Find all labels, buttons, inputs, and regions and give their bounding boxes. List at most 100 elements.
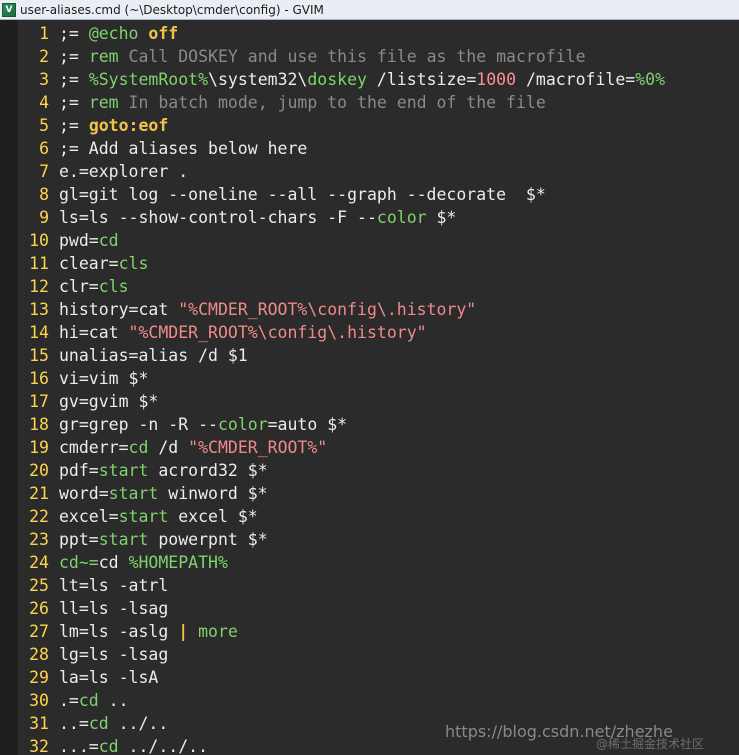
line-number: 32 xyxy=(29,737,49,755)
code-line[interactable]: 27 lm=ls -aslg | more xyxy=(0,620,739,643)
code-text[interactable]: unalias=alias /d $1 xyxy=(59,344,248,367)
code-text[interactable]: gr=grep -n -R --color=auto $* xyxy=(59,413,347,436)
code-line[interactable]: 25 lt=ls -atrl xyxy=(0,574,739,597)
editor-buffer[interactable]: 1 ;= @echo off 2 ;= rem Call DOSKEY and use… xyxy=(0,20,739,755)
code-text[interactable]: ;= %SystemRoot%\system32\doskey /listsiz… xyxy=(59,68,665,91)
code-text[interactable]: .=cd .. xyxy=(59,689,129,712)
code-line[interactable]: 18 gr=grep -n -R --color=auto $* xyxy=(0,413,739,436)
code-text[interactable]: ppt=start powerpnt $* xyxy=(59,528,268,551)
code-text[interactable]: cd~=cd %HOMEPATH% xyxy=(59,551,228,574)
code-text[interactable]: ;= goto:eof xyxy=(59,114,168,137)
code-line[interactable]: 14 hi=cat "%CMDER_ROOT%\config\.history" xyxy=(0,321,739,344)
code-line[interactable]: 13 history=cat "%CMDER_ROOT%\config\.hist… xyxy=(0,298,739,321)
code-line[interactable]: 21 word=start winword $* xyxy=(0,482,739,505)
code-token: ;= xyxy=(59,70,89,89)
line-number: 17 xyxy=(29,392,49,411)
code-token: =auto $* xyxy=(267,415,348,434)
code-token: winword $* xyxy=(158,484,268,503)
line-number: 6 xyxy=(39,139,49,158)
code-line[interactable]: 28 lg=ls -lsag xyxy=(0,643,739,666)
code-token: Call DOSKEY and use this file as the mac… xyxy=(118,47,586,66)
code-token: 1000 xyxy=(476,70,517,89)
code-line[interactable]: 29 la=ls -lsA xyxy=(0,666,739,689)
code-text[interactable]: word=start winword $* xyxy=(59,482,268,505)
code-line[interactable]: 4 ;= rem In batch mode, jump to the end o… xyxy=(0,91,739,114)
code-token: "%CMDER_ROOT%\config\.history" xyxy=(128,323,427,342)
code-text[interactable]: gl=git log --oneline --all --graph --dec… xyxy=(59,183,546,206)
code-text[interactable]: lg=ls -lsag xyxy=(59,643,168,666)
code-token: ...= xyxy=(59,737,99,755)
code-line[interactable]: 26 ll=ls -lsag xyxy=(0,597,739,620)
code-line[interactable]: 24 cd~=cd %HOMEPATH% xyxy=(0,551,739,574)
code-line[interactable]: 23 ppt=start powerpnt $* xyxy=(0,528,739,551)
code-token: ;= xyxy=(59,116,89,135)
code-text[interactable]: excel=start excel $* xyxy=(59,505,258,528)
code-token: lt=ls -atrl xyxy=(59,576,169,595)
code-text[interactable]: lt=ls -atrl xyxy=(59,574,168,597)
watermark-site: @稀土掘金技术社区 xyxy=(596,737,705,751)
code-line[interactable]: 30 .=cd .. xyxy=(0,689,739,712)
code-token: excel= xyxy=(59,507,119,526)
code-text[interactable]: cmderr=cd /d "%CMDER_ROOT%" xyxy=(59,436,327,459)
code-text[interactable]: hi=cat "%CMDER_ROOT%\config\.history" xyxy=(59,321,427,344)
code-line[interactable]: 22 excel=start excel $* xyxy=(0,505,739,528)
line-number: 7 xyxy=(39,162,49,181)
code-line[interactable]: 7 e.=explorer . xyxy=(0,160,739,183)
code-line[interactable]: 5 ;= goto:eof xyxy=(0,114,739,137)
line-number: 11 xyxy=(29,254,49,273)
code-token: cmderr= xyxy=(59,438,129,457)
code-text[interactable]: pwd=cd xyxy=(59,229,119,252)
code-text[interactable]: ;= @echo off xyxy=(59,22,178,45)
code-token: clear= xyxy=(59,254,119,273)
code-token: $* xyxy=(426,208,457,227)
code-line[interactable]: 12 clr=cls xyxy=(0,275,739,298)
window-titlebar[interactable]: V user-aliases.cmd (~\Desktop\cmder\conf… xyxy=(0,0,739,20)
code-line[interactable]: 9 ls=ls --show-control-chars -F --color $… xyxy=(0,206,739,229)
code-line[interactable]: 2 ;= rem Call DOSKEY and use this file as… xyxy=(0,45,739,68)
code-line[interactable]: 11 clear=cls xyxy=(0,252,739,275)
line-number: 18 xyxy=(29,415,49,434)
code-text[interactable]: gv=gvim $* xyxy=(59,390,158,413)
code-text[interactable]: ;= rem Call DOSKEY and use this file as … xyxy=(59,45,586,68)
code-text[interactable]: clear=cls xyxy=(59,252,148,275)
code-token: history=cat xyxy=(59,300,179,319)
code-text[interactable]: ..=cd ../.. xyxy=(59,712,168,735)
code-line[interactable]: 3 ;= %SystemRoot%\system32\doskey /listsi… xyxy=(0,68,739,91)
code-token: cls xyxy=(98,277,129,296)
line-number: 19 xyxy=(29,438,49,457)
code-text[interactable]: ;= Add aliases below here xyxy=(59,137,307,160)
code-text[interactable]: ll=ls -lsag xyxy=(59,597,168,620)
code-text[interactable]: vi=vim $* xyxy=(59,367,148,390)
code-line[interactable]: 10 pwd=cd xyxy=(0,229,739,252)
code-text[interactable]: pdf=start acrord32 $* xyxy=(59,459,268,482)
code-text[interactable]: ls=ls --show-control-chars -F --color $* xyxy=(59,206,456,229)
code-line[interactable]: 1 ;= @echo off xyxy=(0,22,739,45)
code-token: ;= xyxy=(59,93,89,112)
code-token: more xyxy=(198,622,238,641)
code-text[interactable]: clr=cls xyxy=(59,275,129,298)
code-token: rem xyxy=(88,47,119,66)
code-text[interactable]: ;= rem In batch mode, jump to the end of… xyxy=(59,91,546,114)
code-line[interactable]: 16 vi=vim $* xyxy=(0,367,739,390)
code-text[interactable]: e.=explorer . xyxy=(59,160,188,183)
code-line[interactable]: 15 unalias=alias /d $1 xyxy=(0,344,739,367)
line-number: 26 xyxy=(29,599,49,618)
code-line[interactable]: 17 gv=gvim $* xyxy=(0,390,739,413)
code-token: cd xyxy=(78,691,99,710)
code-line[interactable]: 8 gl=git log --oneline --all --graph --de… xyxy=(0,183,739,206)
code-text[interactable]: history=cat "%CMDER_ROOT%\config\.histor… xyxy=(59,298,476,321)
code-token: cd xyxy=(98,737,119,755)
code-line[interactable]: 19 cmderr=cd /d "%CMDER_ROOT%" xyxy=(0,436,739,459)
code-token: start xyxy=(98,530,149,549)
code-text[interactable]: lm=ls -aslg | more xyxy=(59,620,238,643)
code-token: color xyxy=(376,208,427,227)
code-token: cd xyxy=(88,714,109,733)
code-line[interactable]: 6 ;= Add aliases below here xyxy=(0,137,739,160)
line-number: 28 xyxy=(29,645,49,664)
code-token: %HOMEPATH% xyxy=(128,553,228,572)
code-text[interactable]: la=ls -lsA xyxy=(59,666,158,689)
code-line[interactable]: 20 pdf=start acrord32 $* xyxy=(0,459,739,482)
code-text[interactable]: ...=cd ../../.. xyxy=(59,735,208,755)
line-number: 24 xyxy=(29,553,49,572)
